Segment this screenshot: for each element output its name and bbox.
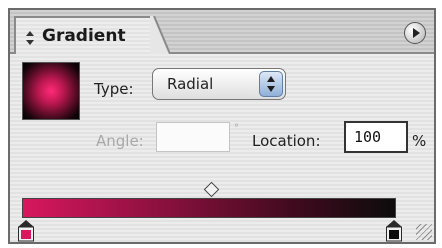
percent-symbol: % bbox=[412, 132, 427, 150]
panel-tab-bar: Gradient bbox=[10, 10, 434, 54]
tab-gradient[interactable]: Gradient bbox=[14, 16, 154, 54]
location-input[interactable]: 100 bbox=[344, 121, 408, 153]
gradient-preview-thumbnail bbox=[22, 62, 80, 120]
midpoint-diamond-icon[interactable] bbox=[203, 181, 220, 198]
updown-arrows-icon[interactable] bbox=[26, 31, 34, 45]
type-stepper[interactable] bbox=[259, 71, 283, 97]
type-select-value: Radial bbox=[167, 75, 214, 93]
type-select[interactable]: Radial bbox=[152, 68, 286, 100]
type-label: Type: bbox=[94, 80, 134, 98]
gradient-panel: Gradient Type: Radial Angle: ° Location:… bbox=[8, 8, 436, 244]
panel-menu-button[interactable] bbox=[404, 22, 426, 44]
location-label: Location: bbox=[252, 132, 321, 150]
stepper-arrows-icon bbox=[267, 76, 275, 92]
angle-input[interactable] bbox=[156, 122, 230, 152]
panel-menu-icon bbox=[413, 28, 420, 38]
degree-symbol: ° bbox=[234, 123, 239, 134]
color-stop-end[interactable] bbox=[386, 220, 402, 242]
color-stop-start[interactable] bbox=[18, 220, 34, 242]
tab-title: Gradient bbox=[42, 26, 126, 46]
gradient-ramp[interactable] bbox=[22, 198, 396, 218]
resize-grip-icon[interactable] bbox=[416, 224, 432, 240]
angle-label: Angle: bbox=[96, 132, 144, 150]
tab-edge bbox=[150, 16, 170, 54]
